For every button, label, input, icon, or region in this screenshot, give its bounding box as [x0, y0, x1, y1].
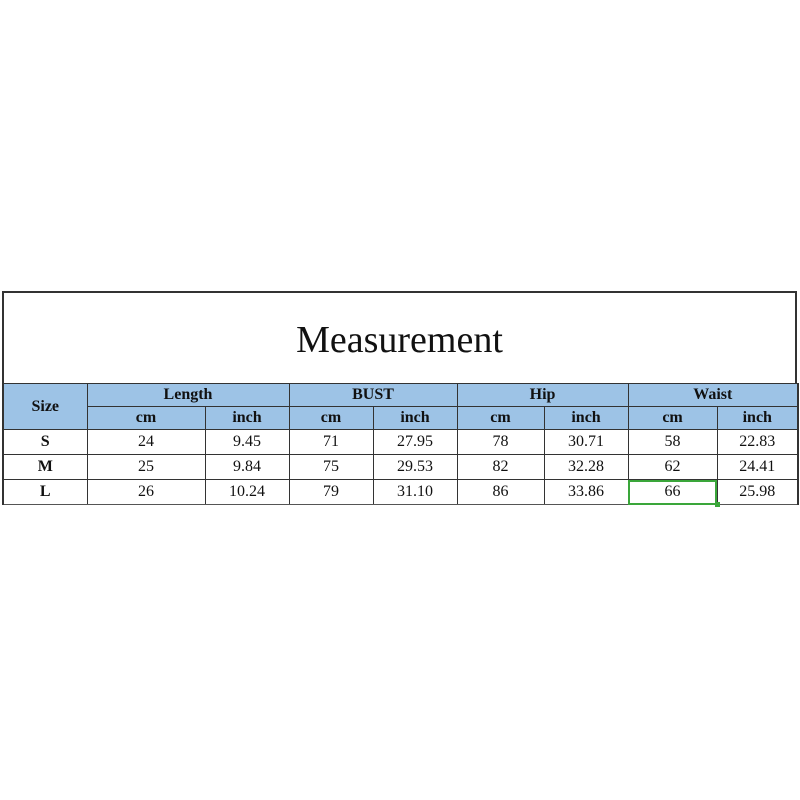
- waist-inch-cell[interactable]: 24.41: [716, 454, 799, 480]
- waist-cm-cell[interactable]: 62: [627, 454, 718, 480]
- subheader-length-cm[interactable]: cm: [86, 406, 206, 430]
- hip-inch-cell[interactable]: 30.71: [543, 429, 629, 455]
- length-cm-cell[interactable]: 26: [86, 479, 206, 505]
- subheader-length-inch[interactable]: inch: [204, 406, 290, 430]
- subheader-waist-inch[interactable]: inch: [716, 406, 799, 430]
- waist-cm-cell-selected[interactable]: 66: [627, 479, 721, 508]
- subheader-waist-cm[interactable]: cm: [627, 406, 718, 430]
- length-inch-cell[interactable]: 10.24: [204, 479, 290, 505]
- length-cm-cell[interactable]: 24: [86, 429, 206, 455]
- size-cell[interactable]: M: [2, 454, 88, 480]
- size-cell[interactable]: L: [2, 479, 88, 505]
- hip-inch-cell[interactable]: 33.86: [543, 479, 629, 505]
- bust-inch-cell[interactable]: 27.95: [372, 429, 458, 455]
- hip-cm-cell[interactable]: 86: [456, 479, 545, 505]
- header-hip[interactable]: Hip: [456, 383, 629, 407]
- size-chart: Measurement Size Length BUST Hip Waist c…: [2, 291, 800, 508]
- waist-inch-cell[interactable]: 25.98: [716, 479, 799, 505]
- hip-cm-cell[interactable]: 78: [456, 429, 545, 455]
- bust-inch-cell[interactable]: 31.10: [372, 479, 458, 505]
- table-row: M 25 9.84 75 29.53 82 32.28 62 24.41: [2, 454, 799, 480]
- bust-cm-cell[interactable]: 71: [288, 429, 374, 455]
- table-row: S 24 9.45 71 27.95 78 30.71 58 22.83: [2, 429, 799, 455]
- table-row: L 26 10.24 79 31.10 86 33.86 66 25.98: [2, 479, 799, 508]
- size-cell[interactable]: S: [2, 429, 88, 455]
- subheader-bust-inch[interactable]: inch: [372, 406, 458, 430]
- length-cm-cell[interactable]: 25: [86, 454, 206, 480]
- header-size[interactable]: Size: [2, 383, 88, 430]
- hip-inch-cell[interactable]: 32.28: [543, 454, 629, 480]
- bust-cm-cell[interactable]: 79: [288, 479, 374, 505]
- measurement-table: Size Length BUST Hip Waist cm inch cm in…: [2, 383, 800, 508]
- chart-title[interactable]: Measurement: [2, 291, 797, 383]
- subheader-bust-cm[interactable]: cm: [288, 406, 374, 430]
- waist-inch-cell[interactable]: 22.83: [716, 429, 799, 455]
- header-bust[interactable]: BUST: [288, 383, 458, 407]
- subheader-hip-cm[interactable]: cm: [456, 406, 545, 430]
- waist-cm-cell[interactable]: 58: [627, 429, 718, 455]
- length-inch-cell[interactable]: 9.84: [204, 454, 290, 480]
- header-waist[interactable]: Waist: [627, 383, 799, 407]
- bust-inch-cell[interactable]: 29.53: [372, 454, 458, 480]
- hip-cm-cell[interactable]: 82: [456, 454, 545, 480]
- length-inch-cell[interactable]: 9.45: [204, 429, 290, 455]
- header-length[interactable]: Length: [86, 383, 290, 407]
- bust-cm-cell[interactable]: 75: [288, 454, 374, 480]
- subheader-hip-inch[interactable]: inch: [543, 406, 629, 430]
